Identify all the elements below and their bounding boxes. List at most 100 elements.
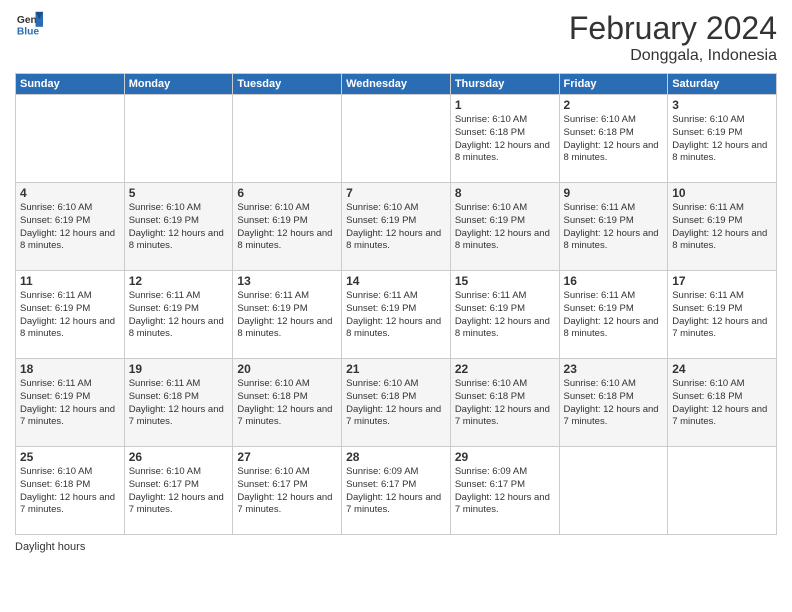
day-info: Sunrise: 6:10 AMSunset: 6:19 PMDaylight:… [20,202,120,253]
week-row-5: 25Sunrise: 6:10 AMSunset: 6:18 PMDayligh… [16,447,777,535]
day-number: 8 [455,186,555,200]
title-block: February 2024 Donggala, Indonesia [569,10,777,65]
week-row-4: 18 Sunrise: 6:11 AMSunset: 6:19 PMDayligh… [16,359,777,447]
day-number: 11 [20,274,120,288]
day-info: Sunrise: 6:11 AMSunset: 6:19 PMDaylight:… [346,290,446,341]
calendar-cell: 1 Sunrise: 6:10 AMSunset: 6:18 PMDaylight… [450,95,559,183]
weekday-tuesday: Tuesday [233,74,342,95]
header: General Blue February 2024 Donggala, Ind… [15,10,777,65]
day-info: Sunrise: 6:11 AMSunset: 6:19 PMDaylight:… [129,290,229,341]
day-number: 24 [672,362,772,376]
day-info: Sunrise: 6:10 AMSunset: 6:19 PMDaylight:… [672,114,772,165]
day-info: Sunrise: 6:10 AMSunset: 6:19 PMDaylight:… [346,202,446,253]
daylight-label: Daylight hours [15,541,85,553]
day-number: 16 [564,274,664,288]
calendar-cell: 16 Sunrise: 6:11 AMSunset: 6:19 PMDayligh… [559,271,668,359]
calendar: SundayMondayTuesdayWednesdayThursdayFrid… [15,73,777,535]
calendar-cell: 14 Sunrise: 6:11 AMSunset: 6:19 PMDayligh… [342,271,451,359]
calendar-cell: 28 Sunrise: 6:09 AMSunset: 6:17 PMDayligh… [342,447,451,535]
day-info: Sunrise: 6:11 AMSunset: 6:18 PMDaylight:… [129,378,229,429]
day-number: 2 [564,98,664,112]
weekday-header-row: SundayMondayTuesdayWednesdayThursdayFrid… [16,74,777,95]
day-info: Sunrise: 6:11 AMSunset: 6:19 PMDaylight:… [20,378,120,429]
day-info: Sunrise: 6:11 AMSunset: 6:19 PMDaylight:… [564,290,664,341]
calendar-cell [124,95,233,183]
day-number: 15 [455,274,555,288]
day-info: Sunrise: 6:10 AMSunset: 6:18 PMDaylight:… [564,378,664,429]
calendar-cell: 26Sunrise: 6:10 AMSunset: 6:17 PMDayligh… [124,447,233,535]
logo-icon: General Blue [15,10,43,38]
day-info: Sunrise: 6:09 AMSunset: 6:17 PMDaylight:… [346,466,446,517]
day-number: 13 [237,274,337,288]
day-info: Sunrise: 6:10 AMSunset: 6:19 PMDaylight:… [129,202,229,253]
calendar-cell [342,95,451,183]
day-number: 17 [672,274,772,288]
day-number: 27 [237,450,337,464]
day-info: Sunrise: 6:10 AMSunset: 6:18 PMDaylight:… [672,378,772,429]
day-number: 1 [455,98,555,112]
calendar-cell: 7 Sunrise: 6:10 AMSunset: 6:19 PMDaylight… [342,183,451,271]
calendar-cell [16,95,125,183]
day-number: 6 [237,186,337,200]
day-info: Sunrise: 6:10 AMSunset: 6:17 PMDaylight:… [237,466,337,517]
day-number: 28 [346,450,446,464]
calendar-cell: 4 Sunrise: 6:10 AMSunset: 6:19 PMDaylight… [16,183,125,271]
calendar-cell [233,95,342,183]
month-year: February 2024 [569,10,777,47]
calendar-cell: 12Sunrise: 6:11 AMSunset: 6:19 PMDayligh… [124,271,233,359]
day-number: 20 [237,362,337,376]
weekday-wednesday: Wednesday [342,74,451,95]
footer: Daylight hours [15,541,777,553]
calendar-cell: 11 Sunrise: 6:11 AMSunset: 6:19 PMDayligh… [16,271,125,359]
calendar-cell: 2 Sunrise: 6:10 AMSunset: 6:18 PMDaylight… [559,95,668,183]
day-number: 5 [129,186,229,200]
calendar-cell: 17 Sunrise: 6:11 AMSunset: 6:19 PMDayligh… [668,271,777,359]
day-info: Sunrise: 6:10 AMSunset: 6:18 PMDaylight:… [455,114,555,165]
weekday-thursday: Thursday [450,74,559,95]
day-info: Sunrise: 6:10 AMSunset: 6:18 PMDaylight:… [237,378,337,429]
weekday-saturday: Saturday [668,74,777,95]
day-info: Sunrise: 6:11 AMSunset: 6:19 PMDaylight:… [672,290,772,341]
day-number: 3 [672,98,772,112]
day-number: 4 [20,186,120,200]
day-number: 23 [564,362,664,376]
day-info: Sunrise: 6:11 AMSunset: 6:19 PMDaylight:… [455,290,555,341]
day-number: 18 [20,362,120,376]
day-number: 22 [455,362,555,376]
day-number: 9 [564,186,664,200]
day-number: 7 [346,186,446,200]
day-number: 21 [346,362,446,376]
calendar-cell: 6 Sunrise: 6:10 AMSunset: 6:19 PMDaylight… [233,183,342,271]
svg-text:Blue: Blue [17,26,40,37]
calendar-cell: 25Sunrise: 6:10 AMSunset: 6:18 PMDayligh… [16,447,125,535]
day-number: 29 [455,450,555,464]
day-info: Sunrise: 6:11 AMSunset: 6:19 PMDaylight:… [672,202,772,253]
calendar-cell [668,447,777,535]
calendar-cell: 19 Sunrise: 6:11 AMSunset: 6:18 PMDayligh… [124,359,233,447]
calendar-cell: 10 Sunrise: 6:11 AMSunset: 6:19 PMDayligh… [668,183,777,271]
calendar-cell [559,447,668,535]
calendar-cell: 8 Sunrise: 6:10 AMSunset: 6:19 PMDaylight… [450,183,559,271]
calendar-cell: 21Sunrise: 6:10 AMSunset: 6:18 PMDayligh… [342,359,451,447]
day-info: Sunrise: 6:11 AMSunset: 6:19 PMDaylight:… [237,290,337,341]
calendar-cell: 23 Sunrise: 6:10 AMSunset: 6:18 PMDayligh… [559,359,668,447]
calendar-cell: 3 Sunrise: 6:10 AMSunset: 6:19 PMDaylight… [668,95,777,183]
calendar-cell: 24 Sunrise: 6:10 AMSunset: 6:18 PMDayligh… [668,359,777,447]
day-info: Sunrise: 6:09 AMSunset: 6:17 PMDaylight:… [455,466,555,517]
day-info: Sunrise: 6:10 AMSunset: 6:19 PMDaylight:… [237,202,337,253]
day-info: Sunrise: 6:10 AMSunset: 6:18 PMDaylight:… [564,114,664,165]
calendar-cell: 29 Sunrise: 6:09 AMSunset: 6:17 PMDayligh… [450,447,559,535]
day-number: 19 [129,362,229,376]
calendar-cell: 13 Sunrise: 6:11 AMSunset: 6:19 PMDayligh… [233,271,342,359]
day-info: Sunrise: 6:10 AMSunset: 6:18 PMDaylight:… [455,378,555,429]
day-info: Sunrise: 6:10 AMSunset: 6:19 PMDaylight:… [455,202,555,253]
week-row-1: 1 Sunrise: 6:10 AMSunset: 6:18 PMDaylight… [16,95,777,183]
weekday-sunday: Sunday [16,74,125,95]
calendar-cell: 15 Sunrise: 6:11 AMSunset: 6:19 PMDayligh… [450,271,559,359]
page: General Blue February 2024 Donggala, Ind… [0,0,792,612]
logo: General Blue [15,10,43,38]
day-info: Sunrise: 6:11 AMSunset: 6:19 PMDaylight:… [20,290,120,341]
day-number: 26 [129,450,229,464]
day-number: 14 [346,274,446,288]
day-number: 10 [672,186,772,200]
